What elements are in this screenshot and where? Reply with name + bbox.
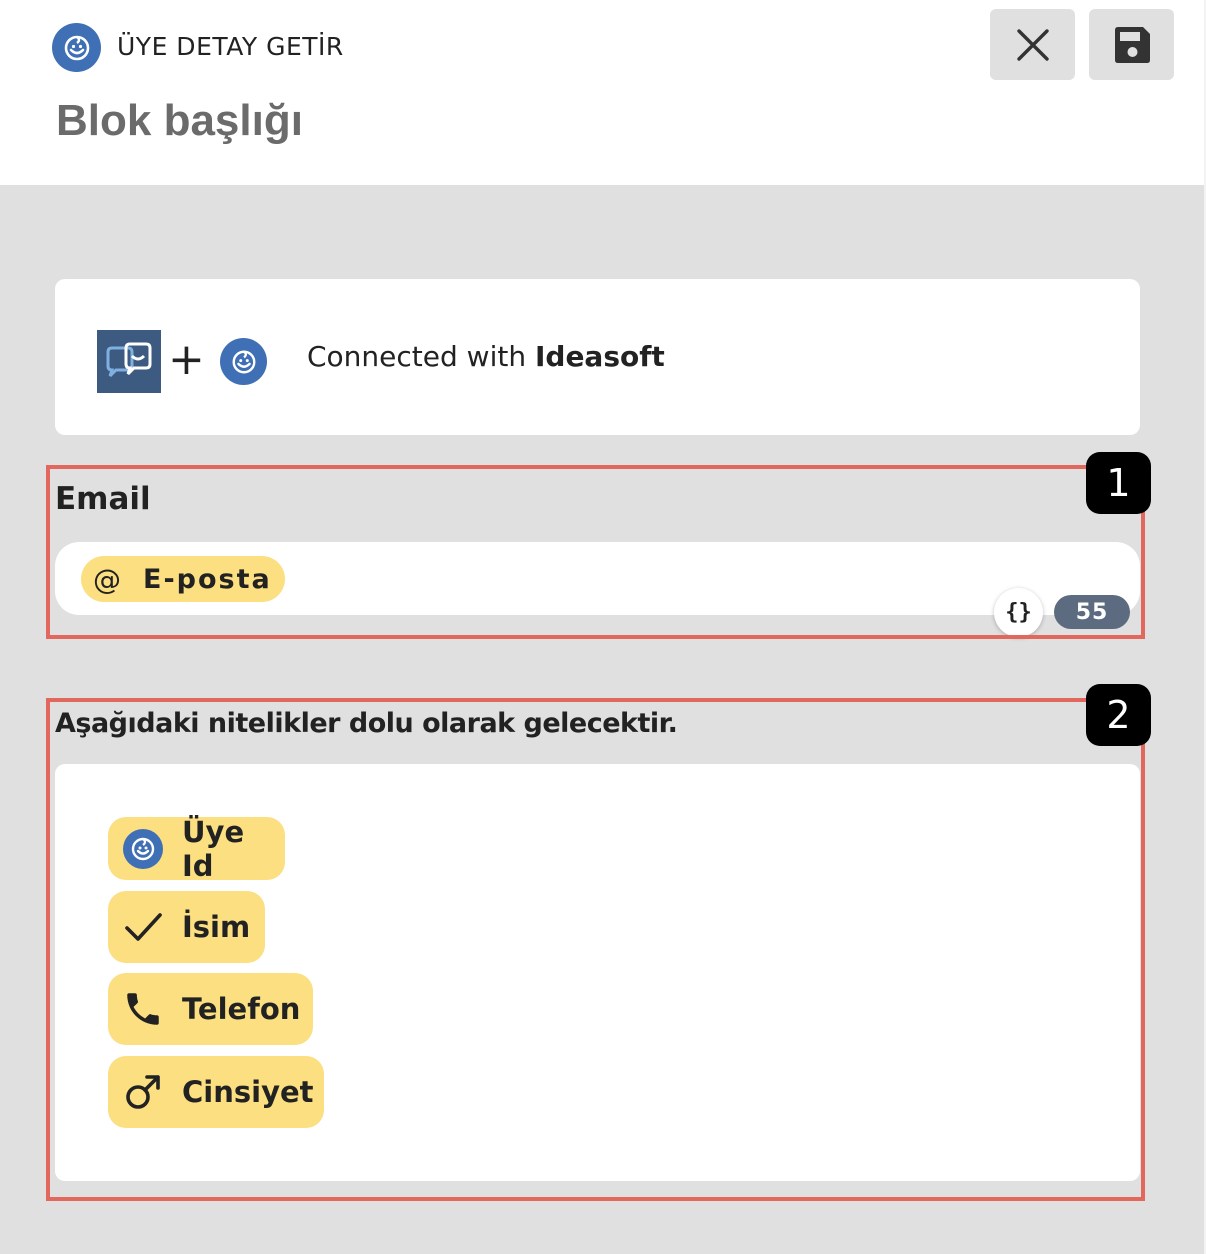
save-button[interactable] xyxy=(1089,9,1174,80)
chat-app-logo-icon xyxy=(97,330,161,393)
ideasoft-logo-icon xyxy=(220,338,267,385)
connection-prefix: Connected with xyxy=(307,340,535,373)
close-icon xyxy=(1016,28,1049,61)
floppy-disk-icon xyxy=(1114,26,1150,63)
connection-text: Connected with Ideasoft xyxy=(307,340,665,373)
annotation-box-1 xyxy=(46,465,1145,639)
annotation-badge-1: 1 xyxy=(1086,452,1151,514)
annotation-box-2 xyxy=(46,698,1145,1201)
block-title[interactable]: Blok başlığı xyxy=(56,96,303,146)
header: ÜYE DETAY GETİR Blok başlığı xyxy=(0,0,1206,185)
close-button[interactable] xyxy=(990,9,1075,80)
app-title: ÜYE DETAY GETİR xyxy=(117,32,344,61)
ideasoft-logo-icon xyxy=(52,23,101,72)
partner-name: Ideasoft xyxy=(534,340,665,373)
annotation-badge-2: 2 xyxy=(1086,684,1151,746)
plus-sign: + xyxy=(168,334,205,385)
